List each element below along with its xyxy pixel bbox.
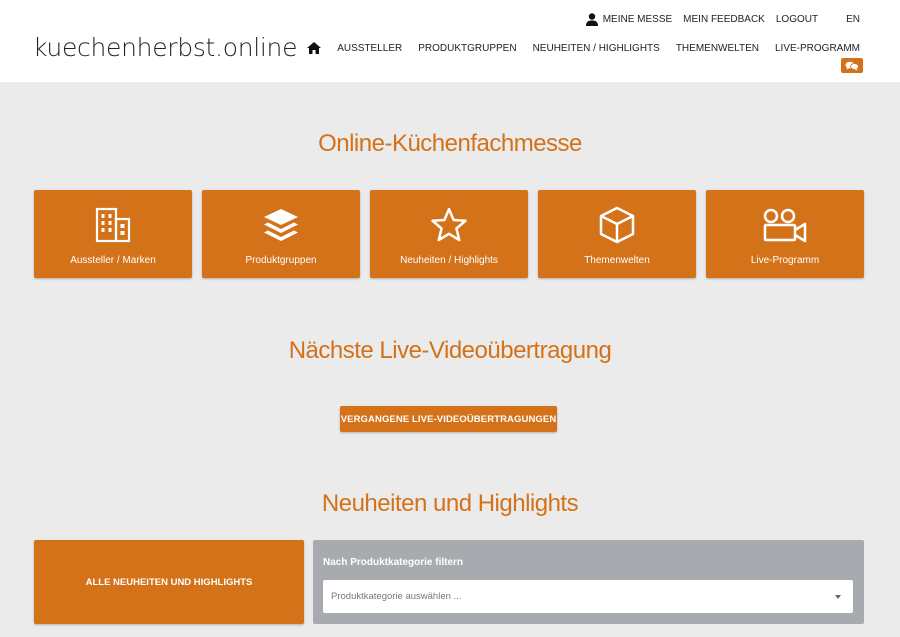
site-logo[interactable]: kuechenherbst.online [33, 33, 297, 62]
feedback-link[interactable]: MEIN FEEDBACK [683, 14, 765, 25]
category-select-placeholder: Produktkategorie auswählen ... [331, 591, 462, 602]
filter-label: Nach Produktkategorie filtern [323, 557, 464, 568]
nav-aussteller[interactable]: AUSSTELLER [337, 43, 402, 54]
category-tiles: Aussteller / Marken Produktgruppen Neuhe… [34, 190, 864, 278]
tile-live-programm[interactable]: Live-Programm [706, 190, 864, 278]
top-navigation: MEINE MESSE MEIN FEEDBACK LOGOUT EN [575, 13, 860, 26]
category-filter-panel: Nach Produktkategorie filtern Produktkat… [313, 540, 864, 624]
highlights-section-title: Neuheiten und Highlights [321, 490, 579, 517]
tile-label: Neuheiten / Highlights [400, 255, 498, 266]
nav-neuheiten-highlights[interactable]: NEUHEITEN / HIGHLIGHTS [533, 43, 660, 54]
all-highlights-button[interactable]: ALLE NEUHEITEN UND HIGHLIGHTS [34, 540, 304, 624]
nav-produktgruppen[interactable]: PRODUKTGRUPPEN [418, 43, 516, 54]
category-select[interactable]: Produktkategorie auswählen ... [323, 580, 853, 613]
cube-icon [599, 206, 635, 244]
main-navigation: AUSSTELLER PRODUKTGRUPPEN NEUHEITEN / HI… [307, 42, 860, 54]
chat-icon [845, 61, 859, 70]
tile-produktgruppen[interactable]: Produktgruppen [202, 190, 360, 278]
video-camera-icon [763, 208, 807, 243]
nav-live-programm[interactable]: LIVE-PROGRAMM [775, 43, 860, 54]
language-switch[interactable]: EN [846, 14, 860, 25]
past-live-videos-button[interactable]: VERGANGENE LIVE-VIDEOÜBERTRAGUNGEN [340, 406, 557, 432]
star-icon [431, 207, 467, 242]
tile-label: Live-Programm [750, 255, 820, 266]
logout-link[interactable]: LOGOUT [776, 14, 818, 25]
building-icon [95, 207, 131, 243]
layers-icon [264, 209, 298, 241]
chevron-down-icon [835, 595, 841, 599]
chat-button[interactable] [841, 58, 863, 73]
tile-label: Themenwelten [584, 255, 650, 266]
home-icon[interactable] [307, 42, 322, 54]
tile-themenwelten[interactable]: Themenwelten [538, 190, 696, 278]
header: kuechenherbst.online MEINE MESSE MEIN FE… [0, 0, 900, 82]
tile-neuheiten[interactable]: Neuheiten / Highlights [370, 190, 528, 278]
meine-messe-link[interactable]: MEINE MESSE [585, 13, 673, 26]
tile-label: Aussteller / Marken [70, 255, 156, 266]
tile-aussteller[interactable]: Aussteller / Marken [34, 190, 192, 278]
tile-label: Produktgruppen [245, 255, 317, 266]
fair-section-title: Online-Küchenfachmesse [318, 130, 582, 157]
live-section-title: Nächste Live-Videoübertragung [288, 337, 612, 364]
user-icon [585, 13, 598, 26]
meine-messe-label: MEINE MESSE [602, 14, 673, 25]
nav-themenwelten[interactable]: THEMENWELTEN [676, 43, 759, 54]
